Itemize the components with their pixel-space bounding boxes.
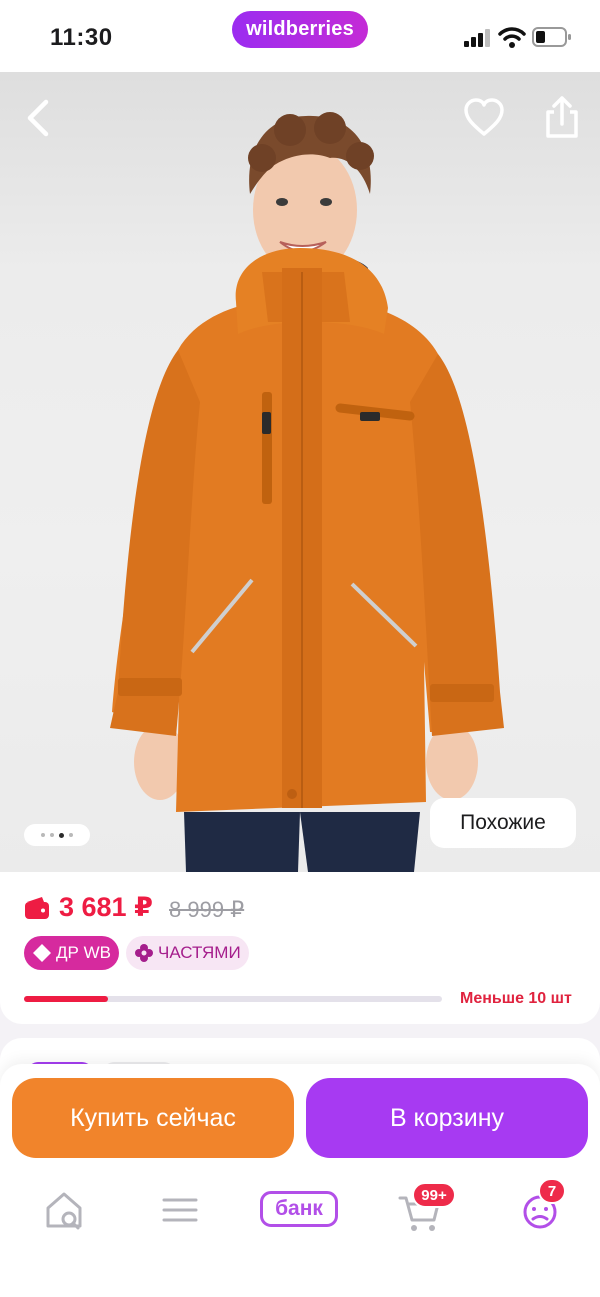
- cellular-signal-icon: [464, 29, 490, 47]
- stock-status: Меньше 10 шт: [460, 990, 572, 1007]
- current-price: 3 681 ₽: [59, 892, 153, 922]
- tag-icon: [33, 944, 51, 962]
- heart-icon[interactable]: [462, 96, 506, 140]
- similar-button[interactable]: Похожие: [430, 798, 576, 848]
- status-bar: 11:30 wildberries: [0, 0, 600, 72]
- cart-count-badge: 99+: [412, 1182, 456, 1208]
- buy-now-button[interactable]: Купить сейчас: [12, 1078, 294, 1158]
- menu-icon: [162, 1198, 198, 1222]
- wildberries-logo: wildberries: [232, 11, 368, 48]
- gallery-dot: [41, 833, 45, 837]
- share-icon[interactable]: [540, 94, 584, 142]
- tab-bank[interactable]: банк: [258, 1184, 342, 1236]
- gallery-dot-active: [59, 832, 64, 838]
- birthday-wb-badge[interactable]: ДР WB: [24, 936, 119, 970]
- stock-progress-bar: [24, 996, 442, 1002]
- tab-catalog[interactable]: [152, 1184, 208, 1236]
- add-to-cart-button[interactable]: В корзину: [306, 1078, 588, 1158]
- old-price: 8 999 ₽: [169, 897, 245, 922]
- battery-icon: [532, 27, 571, 47]
- installments-badge[interactable]: ЧАСТЯМИ: [126, 936, 249, 970]
- badge-label: ЧАСТЯМИ: [158, 943, 241, 962]
- petals-icon: [135, 944, 153, 962]
- home-search-icon: [46, 1192, 82, 1230]
- status-time: 11:30: [50, 24, 113, 51]
- profile-notification-badge: 7: [538, 1178, 566, 1204]
- tab-profile[interactable]: 7: [512, 1178, 568, 1236]
- back-arrow-icon[interactable]: [20, 96, 60, 140]
- gallery-pagination[interactable]: [24, 824, 90, 846]
- product-image[interactable]: Похожие: [0, 72, 600, 872]
- bank-label: банк: [260, 1191, 338, 1227]
- stock-progress-fill: [24, 996, 108, 1002]
- tab-home[interactable]: [36, 1184, 92, 1236]
- tab-cart[interactable]: 99+: [392, 1182, 456, 1236]
- wallet-icon: [25, 897, 49, 919]
- bottom-action-bar: Купить сейчас В корзину банк 99+ 7: [0, 1064, 600, 1297]
- price-card: 3 681 ₽ 8 999 ₽ ДР WB ЧАСТЯМИ Меньше 10 …: [0, 872, 600, 1024]
- gallery-dot: [50, 833, 54, 837]
- badge-label: ДР WB: [56, 943, 111, 962]
- wifi-icon: [498, 27, 526, 48]
- gallery-dot: [69, 833, 73, 837]
- jacket-photo: [110, 112, 504, 872]
